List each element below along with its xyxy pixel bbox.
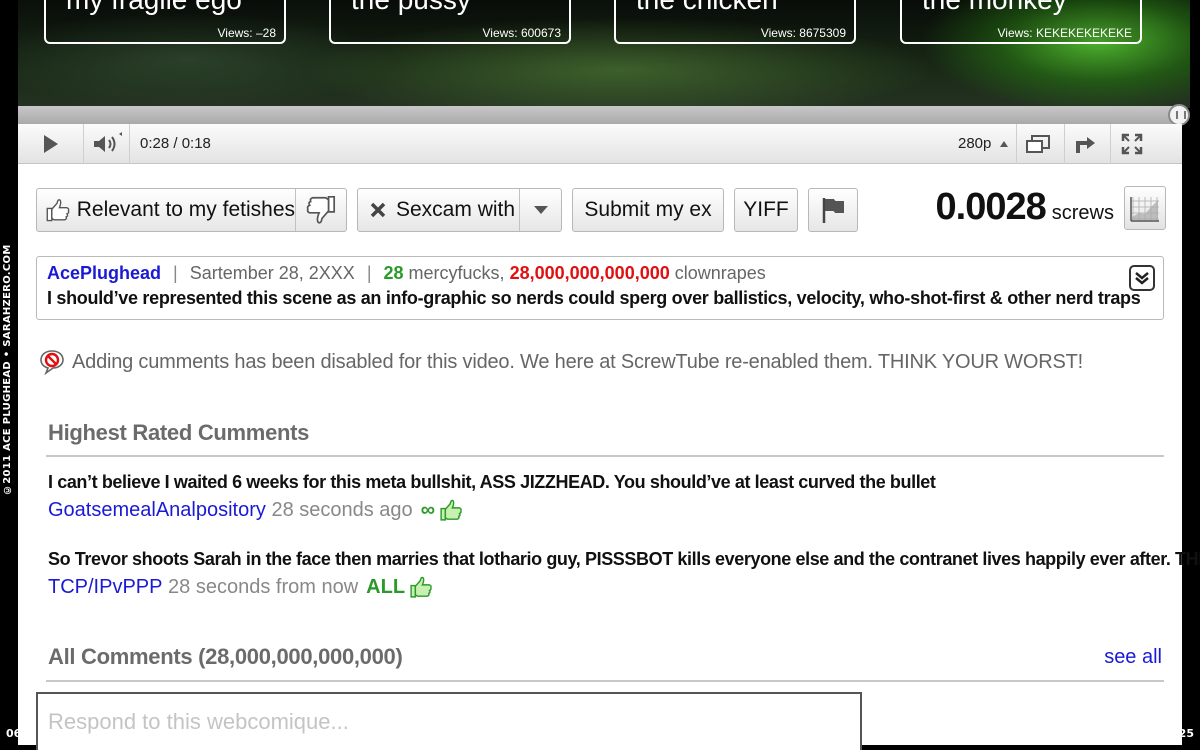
section-divider: [46, 680, 1164, 682]
dislikes-count: 28,000,000,000,000: [509, 263, 670, 283]
upload-date: Sartember 28, 2XXX: [189, 263, 355, 283]
see-all-link[interactable]: see all: [1104, 646, 1162, 669]
volume-icon: [93, 132, 122, 152]
addto-button[interactable]: Sexcam with: [358, 189, 519, 231]
content-panel: Relevant to my fetishes Sexcam with Subm…: [18, 164, 1200, 750]
meta-separator: |: [366, 263, 372, 283]
popout-icon: [1025, 135, 1050, 153]
volume-button[interactable]: [84, 124, 130, 164]
comment-author-link[interactable]: TCP/IPvPPP: [48, 576, 162, 599]
share-arrow-button[interactable]: [1064, 124, 1106, 164]
related-video-4[interactable]: the monkey Views: KEKEKEKEKEKE: [900, 0, 1142, 44]
flag-icon: [822, 198, 844, 223]
share-icon: [1075, 137, 1095, 153]
author-link[interactable]: AcePlughead: [47, 263, 161, 283]
quality-selector[interactable]: 280p: [958, 135, 991, 152]
addto-dropdown-button[interactable]: [519, 189, 561, 231]
flag-button[interactable]: [808, 188, 858, 232]
time-display: 0:28 / 0:18: [140, 135, 211, 152]
comment-rating: ALL: [366, 575, 406, 598]
double-chevron-down-icon: [1135, 272, 1149, 285]
expand-info-button[interactable]: [1129, 265, 1155, 291]
play-button[interactable]: [18, 124, 84, 164]
chevron-down-icon: [533, 206, 548, 214]
related-video-views: Views: 600673: [482, 26, 561, 40]
embed-button-label: YIFF: [743, 198, 789, 221]
play-icon: [43, 135, 58, 153]
comic-frame: ©2011 ACE PLUGHEAD • SARAHZERO.COM 0624 …: [0, 0, 1200, 750]
related-video-views: Views: KEKEKEKEKEKE: [997, 26, 1132, 40]
related-video-title: the pussy: [351, 0, 471, 14]
seek-handle[interactable]: [1168, 104, 1190, 126]
no-comments-icon: [40, 350, 64, 376]
like-button[interactable]: Relevant to my fetishes: [37, 189, 295, 231]
chart-icon: [1130, 197, 1159, 222]
thumbs-down-icon: [306, 195, 336, 224]
x-icon: [370, 202, 386, 218]
related-video-title: the monkey: [922, 0, 1067, 14]
quality-arrow-icon[interactable]: [996, 124, 1012, 164]
video-description: I should’ve represented this scene as an…: [47, 288, 1141, 308]
meta-separator: |: [173, 263, 178, 283]
score-unit: screws: [1051, 202, 1114, 224]
addto-button-label: Sexcam with: [396, 198, 516, 221]
fullscreen-icon: [1121, 133, 1142, 155]
fullscreen-button[interactable]: [1110, 124, 1152, 164]
video-meta-line: AcePlughead | Sartember 28, 2XXX | 28 mercyf…: [47, 263, 766, 284]
thumbs-up-icon[interactable]: [439, 498, 463, 522]
related-video-views: Views: –28: [217, 26, 276, 40]
dislike-button[interactable]: [295, 189, 346, 231]
related-video-views: Views: 8675309: [760, 26, 846, 40]
video-info-box: AcePlughead | Sartember 28, 2XXX | 28 mercyf…: [36, 256, 1164, 320]
embed-button[interactable]: YIFF: [734, 188, 798, 232]
dislikes-label: clownrapes: [674, 263, 766, 283]
seek-bar[interactable]: [18, 104, 1190, 126]
comment-input[interactable]: [36, 692, 862, 750]
section-divider: [46, 455, 1164, 457]
like-button-group: Relevant to my fetishes: [36, 188, 347, 232]
related-video-title: the chicken: [636, 0, 778, 14]
popout-button[interactable]: [1016, 124, 1058, 164]
comment-meta: TCP/IPvPPP 28 seconds from now ALL: [48, 575, 433, 599]
thumbs-up-icon[interactable]: [409, 575, 433, 599]
related-video-1[interactable]: my fragile ego Views: –28: [44, 0, 286, 44]
comment-time: 28 seconds ago: [271, 498, 413, 521]
related-video-2[interactable]: the pussy Views: 600673: [329, 0, 571, 44]
likes-count: 28: [383, 263, 404, 283]
related-video-title: my fragile ego: [66, 0, 242, 14]
comment-time: 28 seconds from now: [168, 575, 359, 598]
comment-text: So Trevor shoots Sarah in the face then …: [48, 549, 1200, 569]
share-button-label: Submit my ex: [584, 198, 712, 221]
comment-author-link[interactable]: GoatsemealAnalpository: [48, 499, 266, 522]
comment-meta: GoatsemealAnalpository 28 seconds ago ∞: [48, 498, 463, 522]
comments-notice: Adding cumments has been disabled for th…: [38, 348, 1083, 376]
stats-button[interactable]: [1124, 186, 1166, 230]
thumbs-up-icon: [46, 199, 70, 222]
all-comments-title: All Comments (28,000,000,000,000): [48, 644, 403, 669]
highest-rated-title: Highest Rated Cumments: [48, 420, 310, 445]
related-video-3[interactable]: the chicken Views: 8675309: [614, 0, 856, 44]
comment-text: I can’t believe I waited 6 weeks for thi…: [48, 472, 936, 492]
side-credit: ©2011 ACE PLUGHEAD • SARAHZERO.COM: [2, 244, 13, 496]
likes-label: mercyfucks,: [408, 263, 505, 283]
notice-text: Adding cumments has been disabled for th…: [72, 350, 1083, 373]
video-area[interactable]: my fragile ego Views: –28 the pussy View…: [18, 0, 1190, 108]
share-button[interactable]: Submit my ex: [572, 188, 724, 232]
addto-button-group: Sexcam with: [357, 188, 562, 232]
player-controls: 0:28 / 0:18 280p: [18, 124, 1182, 164]
like-button-label: Relevant to my fetishes: [76, 198, 295, 221]
score-value: 0.0028: [935, 186, 1047, 228]
score-display: 0.0028 screws: [936, 186, 1114, 229]
comment-rating: ∞: [420, 498, 435, 521]
